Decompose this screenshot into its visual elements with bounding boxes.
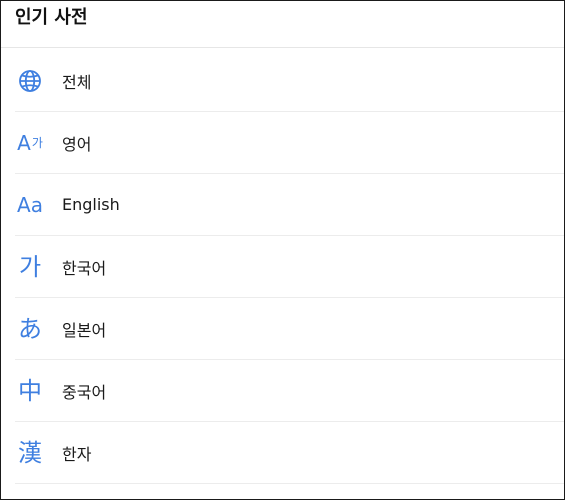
list-item-label: English: [62, 195, 120, 214]
a-ga-icon: A가: [15, 128, 45, 158]
list-item-all[interactable]: 전체: [15, 50, 564, 112]
list-item-english-korean[interactable]: A가 영어: [15, 112, 564, 174]
dictionary-list: 전체 A가 영어 Aa English 가 한국어 あ 일본어 中 중국어 漢 …: [1, 50, 564, 484]
list-item-label: 전체: [62, 72, 92, 92]
globe-icon: [15, 66, 45, 96]
list-item-label: 중국어: [62, 382, 107, 402]
list-item-label: 영어: [62, 134, 92, 154]
list-item-label: 한국어: [62, 258, 107, 278]
list-item-korean[interactable]: 가 한국어: [15, 236, 564, 298]
aa-icon: Aa: [17, 192, 43, 217]
list-item-hanja[interactable]: 漢 한자: [15, 422, 564, 484]
list-item-japanese[interactable]: あ 일본어: [15, 298, 564, 360]
ga-icon: 가: [18, 252, 42, 281]
chinese-zhong-icon: 中: [18, 376, 42, 405]
header: 인기 사전: [1, 1, 564, 48]
list-item-english[interactable]: Aa English: [15, 174, 564, 236]
hanja-icon: 漢: [18, 438, 42, 467]
list-item-label: 한자: [62, 444, 92, 464]
list-item-label: 일본어: [62, 320, 107, 340]
a-ga-icon-latin: A: [17, 130, 31, 155]
page-title: 인기 사전: [15, 7, 88, 28]
dictionary-panel: 인기 사전 전체 A가 영어 Aa English 가 한국어 あ 일본어 中 …: [0, 0, 565, 500]
hiragana-a-icon: あ: [18, 314, 42, 343]
a-ga-icon-hangul: 가: [31, 136, 43, 150]
list-item-chinese[interactable]: 中 중국어: [15, 360, 564, 422]
